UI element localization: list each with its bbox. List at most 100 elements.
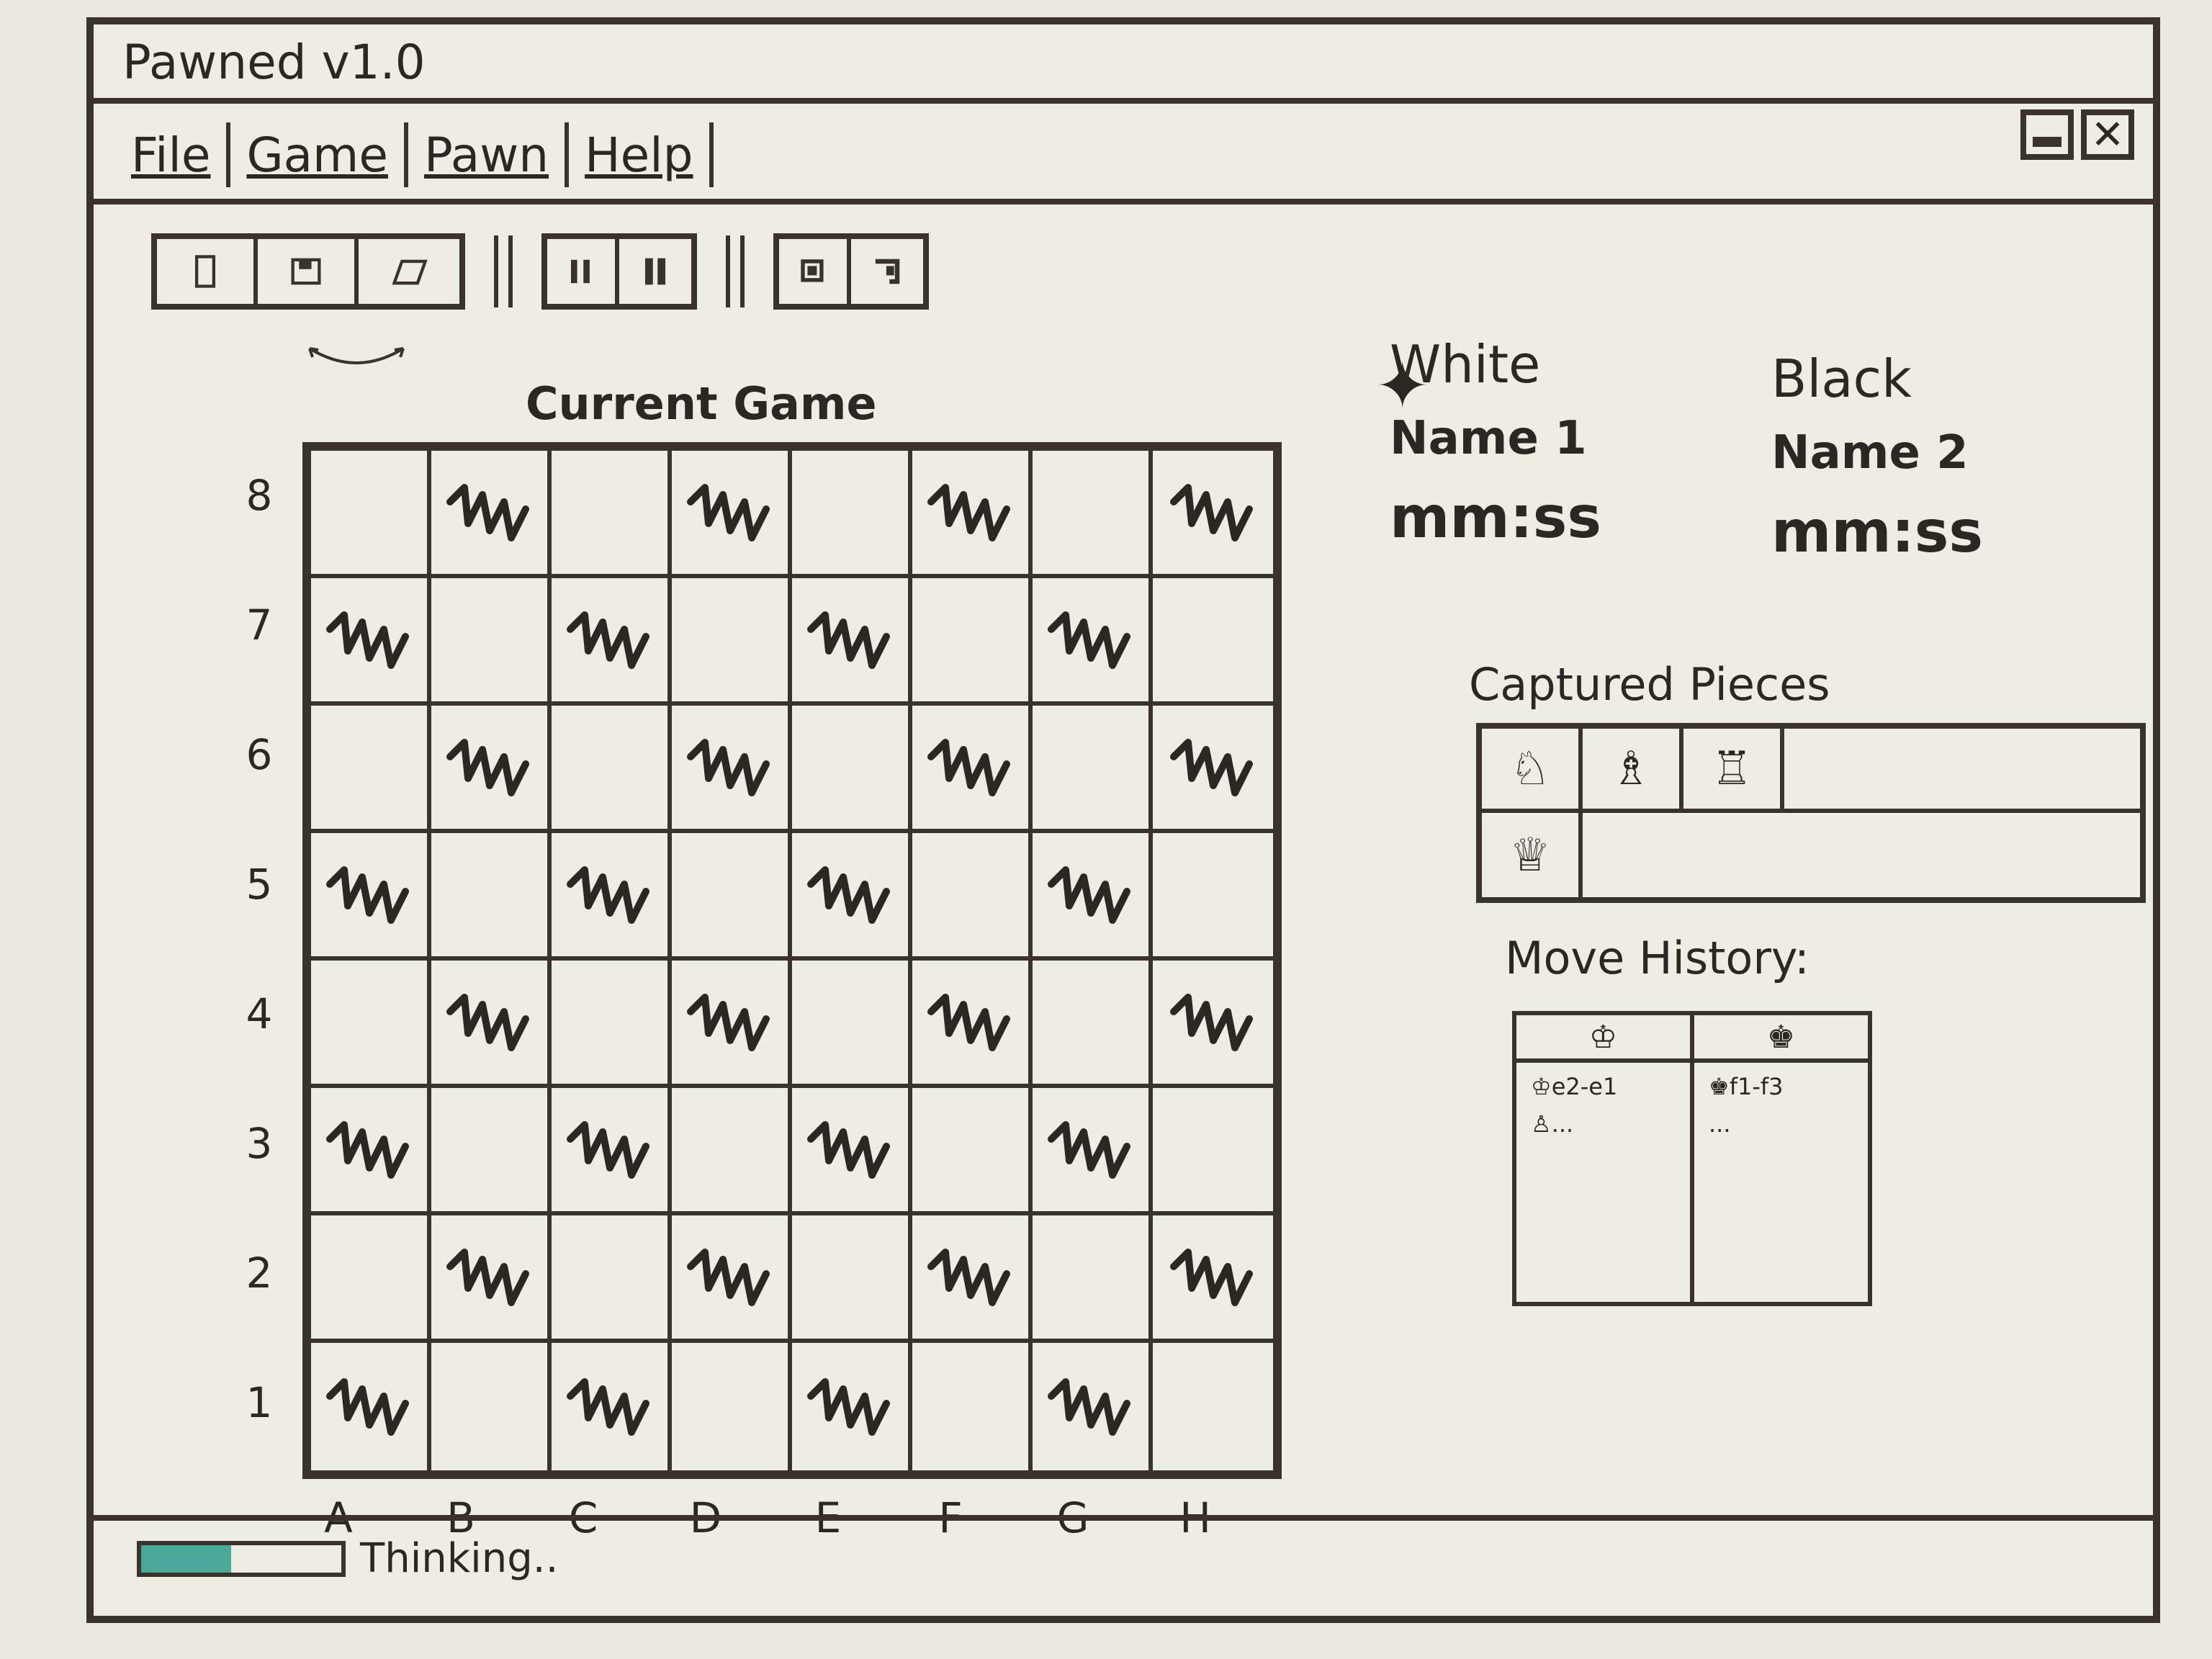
light-square[interactable] [672, 1088, 792, 1215]
dark-square[interactable] [552, 1088, 672, 1215]
dark-square-shading [1169, 738, 1253, 796]
light-square[interactable] [672, 578, 792, 706]
dark-square-shading [446, 993, 529, 1051]
dark-square[interactable] [912, 706, 1033, 833]
light-square[interactable] [311, 961, 431, 1088]
captured-rook-icon: ♖ [1683, 729, 1784, 809]
dark-square[interactable] [1033, 1343, 1153, 1470]
light-square[interactable] [672, 833, 792, 961]
light-square[interactable] [792, 706, 912, 833]
light-square[interactable] [912, 1088, 1033, 1215]
dark-square[interactable] [431, 1215, 552, 1343]
menu-file[interactable]: File [115, 122, 231, 187]
dark-square[interactable] [552, 833, 672, 961]
light-square[interactable] [1033, 451, 1153, 578]
dark-square[interactable] [672, 706, 792, 833]
dark-square[interactable] [1153, 961, 1273, 1088]
light-square[interactable] [311, 706, 431, 833]
light-square[interactable] [552, 706, 672, 833]
redo-button[interactable] [851, 239, 923, 304]
menu-help[interactable]: Help [569, 122, 714, 187]
dark-square[interactable] [1033, 833, 1153, 961]
light-square[interactable] [1153, 1088, 1273, 1215]
dark-square[interactable] [1153, 451, 1273, 578]
dark-square[interactable] [792, 1088, 912, 1215]
dark-square[interactable] [672, 451, 792, 578]
move-entry[interactable]: ... [1694, 1100, 1868, 1138]
black-side-label: Black [1771, 349, 1912, 409]
light-square[interactable] [431, 833, 552, 961]
save-game-button[interactable] [258, 239, 359, 304]
white-clock: mm:ss [1390, 484, 1601, 551]
light-square[interactable] [431, 578, 552, 706]
dark-square[interactable] [1033, 1088, 1153, 1215]
dark-square-shading [806, 1120, 890, 1179]
menu-bar: File Game Pawn Help [94, 111, 2153, 204]
black-moves-column: ♚ ♚f1-f3 ... [1694, 1015, 1868, 1302]
dark-square[interactable] [912, 1215, 1033, 1343]
light-square[interactable] [552, 961, 672, 1088]
undo-button[interactable] [779, 239, 851, 304]
play-button[interactable] [619, 239, 691, 304]
light-square[interactable] [792, 1215, 912, 1343]
dark-square-shading [446, 1248, 529, 1306]
light-square[interactable] [912, 833, 1033, 961]
dark-square[interactable] [311, 833, 431, 961]
dark-square[interactable] [431, 451, 552, 578]
dark-square[interactable] [431, 706, 552, 833]
dark-square[interactable] [1033, 578, 1153, 706]
menu-game[interactable]: Game [230, 122, 408, 187]
light-square[interactable] [552, 451, 672, 578]
dark-square[interactable] [912, 451, 1033, 578]
move-entry[interactable]: ♚f1-f3 [1694, 1063, 1868, 1100]
dark-square[interactable] [672, 1215, 792, 1343]
dark-square-shading [325, 1377, 409, 1436]
toolbar-separator [494, 235, 513, 307]
open-game-button[interactable] [359, 239, 459, 304]
dark-square[interactable] [1153, 1215, 1273, 1343]
light-square[interactable] [1153, 833, 1273, 961]
dark-square-shading [446, 483, 529, 541]
light-square[interactable] [792, 451, 912, 578]
move-entry[interactable]: ♔e2-e1 [1516, 1063, 1690, 1100]
light-square[interactable] [311, 1215, 431, 1343]
dark-square[interactable] [311, 578, 431, 706]
light-square[interactable] [672, 1343, 792, 1470]
dark-square-shading [446, 738, 529, 796]
light-square[interactable] [311, 451, 431, 578]
chess-board[interactable] [302, 442, 1282, 1479]
dark-square-shading [1047, 866, 1130, 924]
new-game-icon [194, 255, 216, 288]
dark-square[interactable] [912, 961, 1033, 1088]
dark-square[interactable] [1153, 706, 1273, 833]
move-history-table[interactable]: ♔ ♔e2-e1 ♙... ♚ ♚f1-f3 ... [1512, 1011, 1872, 1306]
dark-square[interactable] [431, 961, 552, 1088]
light-square[interactable] [1033, 961, 1153, 1088]
pause-button[interactable] [547, 239, 619, 304]
title-bar: Pawned v1.0 [94, 24, 2153, 104]
dark-square[interactable] [672, 961, 792, 1088]
dark-square[interactable] [552, 1343, 672, 1470]
dark-square[interactable] [552, 578, 672, 706]
light-square[interactable] [431, 1343, 552, 1470]
app-window: Pawned v1.0 ✕ File Game Pawn Help Curren… [86, 17, 2160, 1623]
light-square[interactable] [912, 578, 1033, 706]
light-square[interactable] [1033, 1215, 1153, 1343]
play-icon [644, 258, 666, 285]
light-square[interactable] [1153, 578, 1273, 706]
light-square[interactable] [792, 961, 912, 1088]
dark-square[interactable] [311, 1088, 431, 1215]
light-square[interactable] [912, 1343, 1033, 1470]
light-square[interactable] [1153, 1343, 1273, 1470]
light-square[interactable] [1033, 706, 1153, 833]
move-entry[interactable]: ♙... [1516, 1100, 1690, 1138]
dark-square-shading [566, 866, 649, 924]
dark-square[interactable] [792, 1343, 912, 1470]
dark-square[interactable] [792, 833, 912, 961]
light-square[interactable] [431, 1088, 552, 1215]
dark-square[interactable] [311, 1343, 431, 1470]
light-square[interactable] [552, 1215, 672, 1343]
menu-pawn[interactable]: Pawn [408, 122, 570, 187]
dark-square[interactable] [792, 578, 912, 706]
new-game-button[interactable] [157, 239, 258, 304]
